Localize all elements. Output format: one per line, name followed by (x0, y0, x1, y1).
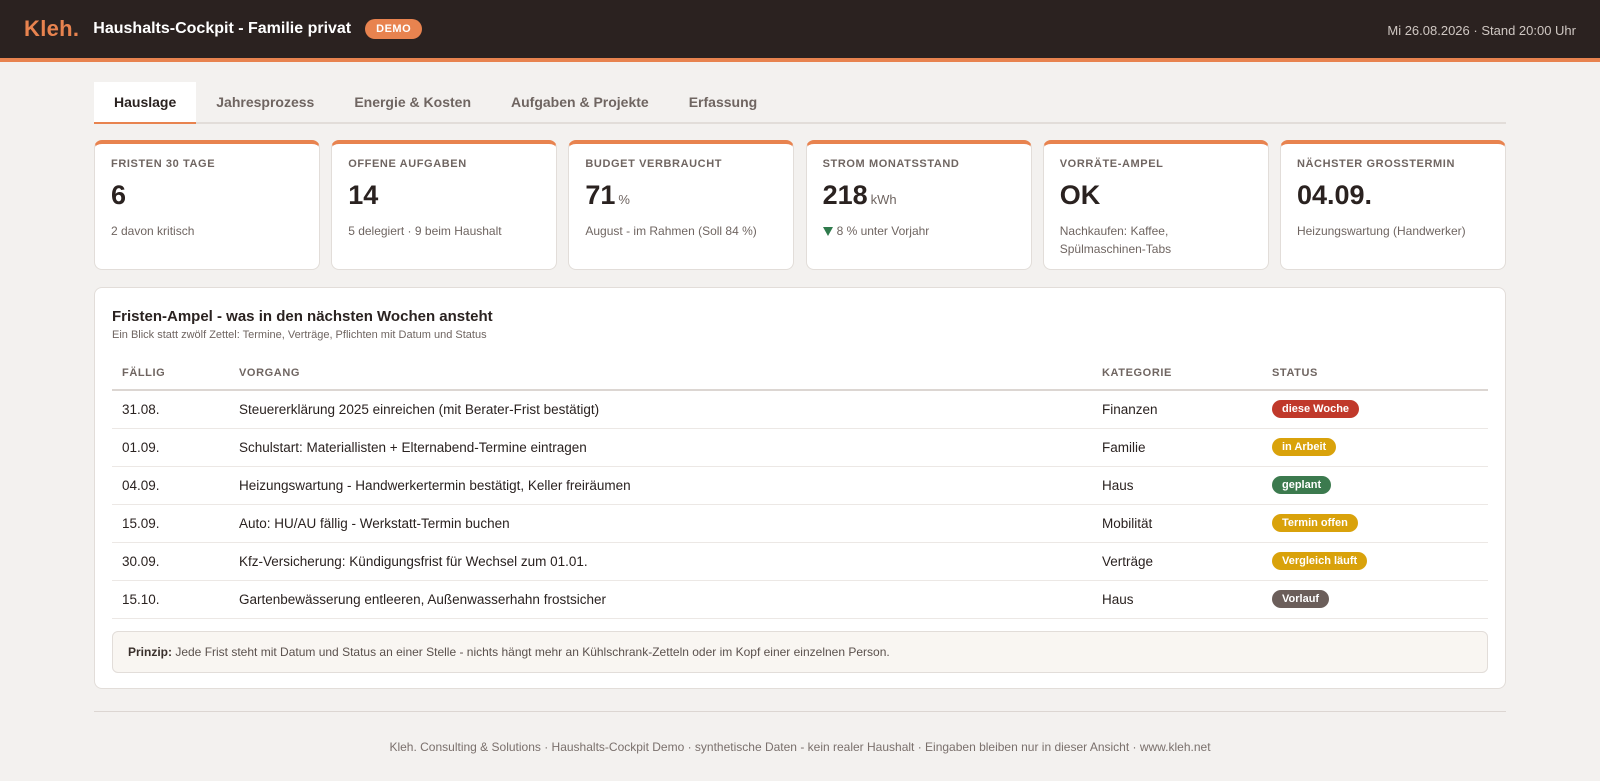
deadline-table: FÄLLIG VORGANG KATEGORIE STATUS 31.08. S… (112, 357, 1488, 619)
kpi-value: 218 (822, 180, 868, 210)
cell-status: in Arbeit (1262, 428, 1488, 467)
cell-category: Haus (1092, 466, 1262, 505)
tab-hauslage[interactable]: Hauslage (94, 82, 197, 124)
kpi-label: FRISTEN 30 TAGE (111, 158, 216, 170)
kpi-value: 14 (348, 180, 379, 210)
kpi-label: VORRÄTE-AMPEL (1059, 158, 1164, 170)
kpi-card-strom: STROM MONATSSTAND 218 kWh 8 % unter Vorja… (805, 140, 1032, 270)
kpi-subtext: August - im Rahmen (Soll 84 %) (585, 224, 757, 238)
tab-aufgaben-projekte[interactable]: Aufgaben & Projekte (491, 82, 669, 124)
kpi-row: FRISTEN 30 TAGE 6 2 davon kritisch OFFEN… (94, 140, 1506, 270)
column-header-due[interactable]: FÄLLIG (112, 357, 229, 391)
column-header-status[interactable]: STATUS (1262, 357, 1488, 391)
status-badge: geplant (1272, 476, 1332, 494)
table-header-row: FÄLLIG VORGANG KATEGORIE STATUS (112, 357, 1488, 391)
panel-subtitle: Ein Blick statt zwölf Zettel: Termine, V… (112, 329, 487, 341)
cell-status: Vergleich läuft (1262, 542, 1488, 581)
panel-title: Fristen-Ampel - was in den nächsten Woch… (112, 308, 493, 325)
deadline-panel: Fristen-Ampel - was in den nächsten Woch… (94, 287, 1506, 689)
cell-category: Haus (1092, 580, 1262, 619)
cell-status: Termin offen (1262, 504, 1488, 543)
kpi-card-aufgaben: OFFENE AUFGABEN 14 5 delegiert · 9 beim … (331, 140, 558, 270)
footer: Kleh. Consulting & Solutions · Haushalts… (389, 740, 1211, 754)
kpi-label: BUDGET VERBRAUCHT (585, 158, 723, 170)
cell-task: Kfz-Versicherung: Kündigungsfrist für We… (229, 542, 1092, 581)
cell-due: 15.09. (112, 504, 229, 543)
cell-status: diese Woche (1262, 390, 1488, 429)
cell-task: Gartenbewässerung entleeren, Außenwasser… (229, 580, 1092, 619)
kpi-value: 6 (111, 180, 127, 210)
date-status: Mi 26.08.2026 · Stand 20:00 Uhr (1387, 23, 1576, 38)
kpi-label: OFFENE AUFGABEN (348, 158, 467, 170)
status-badge: in Arbeit (1272, 438, 1337, 456)
cell-category: Finanzen (1092, 390, 1262, 429)
kpi-unit: % (618, 192, 630, 207)
top-bar: Kleh. Haushalts-Cockpit - Familie privat… (0, 0, 1600, 62)
kpi-card-fristen: FRISTEN 30 TAGE 6 2 davon kritisch (94, 140, 320, 270)
status-badge: Vorlauf (1272, 590, 1330, 608)
kpi-subtext: 8 % unter Vorjahr (836, 224, 930, 238)
cell-due: 04.09. (112, 466, 229, 505)
kpi-subtext: Heizungswartung (Handwerker) (1296, 224, 1466, 238)
kpi-unit: kWh (870, 192, 897, 207)
demo-badge: DEMO (365, 19, 423, 39)
cell-category: Familie (1092, 428, 1262, 467)
tab-jahresprozess[interactable]: Jahresprozess (196, 82, 334, 124)
status-badge: diese Woche (1272, 400, 1360, 419)
tab-energie-kosten[interactable]: Energie & Kosten (334, 82, 491, 124)
kpi-subtext: 5 delegiert · 9 beim Haushalt (348, 224, 502, 238)
cell-task: Schulstart: Materiallisten + Elternabend… (229, 428, 1092, 467)
kpi-card-budget: BUDGET VERBRAUCHT 71% August - im Rahmen… (568, 140, 795, 270)
kpi-label: NÄCHSTER GROSSTERMIN (1296, 158, 1455, 170)
table-row[interactable]: 15.09. Auto: HU/AU fällig - Werkstatt-Te… (112, 504, 1488, 543)
footer-divider (94, 711, 1506, 712)
kpi-card-vorraete: VORRÄTE-AMPEL OK Nachkaufen: Kaffee, Spü… (1042, 140, 1269, 270)
table-row[interactable]: 01.09. Schulstart: Materiallisten + Elte… (112, 428, 1488, 467)
cell-task: Auto: HU/AU fällig - Werkstatt-Termin bu… (229, 504, 1092, 543)
kpi-value: OK (1059, 180, 1101, 210)
tab-erfassung[interactable]: Erfassung (669, 82, 777, 124)
cell-due: 30.09. (112, 542, 229, 581)
cell-status: Vorlauf (1262, 580, 1488, 619)
table-row[interactable]: 04.09. Heizungswartung - Handwerkertermi… (112, 466, 1488, 505)
table-row[interactable]: 31.08. Steuererklärung 2025 einreichen (… (112, 390, 1488, 429)
kpi-subtext-wrap: 8 % unter Vorjahr (822, 222, 1015, 240)
kpi-card-grosstermin: NÄCHSTER GROSSTERMIN 04.09. Heizungswart… (1279, 140, 1506, 270)
app-title: Haushalts-Cockpit - Familie privat (93, 20, 352, 37)
principle-note: Prinzip: Jede Frist steht mit Datum und … (112, 630, 1488, 673)
column-header-category[interactable]: KATEGORIE (1092, 357, 1262, 391)
triangle-down-icon (822, 227, 833, 236)
cell-task: Steuererklärung 2025 einreichen (mit Ber… (229, 390, 1092, 429)
kpi-subtext: 2 davon kritisch (111, 224, 195, 238)
table-row[interactable]: 30.09. Kfz-Versicherung: Kündigungsfrist… (112, 542, 1488, 581)
table-row[interactable]: 15.10. Gartenbewässerung entleeren, Auße… (112, 580, 1488, 619)
kpi-subtext: Nachkaufen: Kaffee, Spülmaschinen-Tabs (1059, 224, 1172, 256)
cell-status: geplant (1262, 466, 1488, 505)
cell-due: 01.09. (112, 428, 229, 467)
note-text: Jede Frist steht mit Datum und Status an… (172, 644, 890, 659)
logo[interactable]: Kleh. (24, 16, 79, 42)
cell-category: Verträge (1092, 542, 1262, 581)
cell-due: 31.08. (112, 390, 229, 429)
status-badge: Termin offen (1272, 514, 1358, 532)
cell-category: Mobilität (1092, 504, 1262, 543)
tab-bar: Hauslage Jahresprozess Energie & Kosten … (94, 82, 1506, 124)
cell-due: 15.10. (112, 580, 229, 619)
kpi-value: 71 (585, 180, 616, 210)
kpi-label: STROM MONATSSTAND (822, 158, 960, 170)
kpi-value: 04.09. (1296, 180, 1373, 210)
note-label: Prinzip: (128, 644, 172, 659)
cell-task: Heizungswartung - Handwerkertermin bestä… (229, 466, 1092, 505)
column-header-task[interactable]: VORGANG (229, 357, 1092, 391)
status-badge: Vergleich läuft (1272, 552, 1368, 570)
